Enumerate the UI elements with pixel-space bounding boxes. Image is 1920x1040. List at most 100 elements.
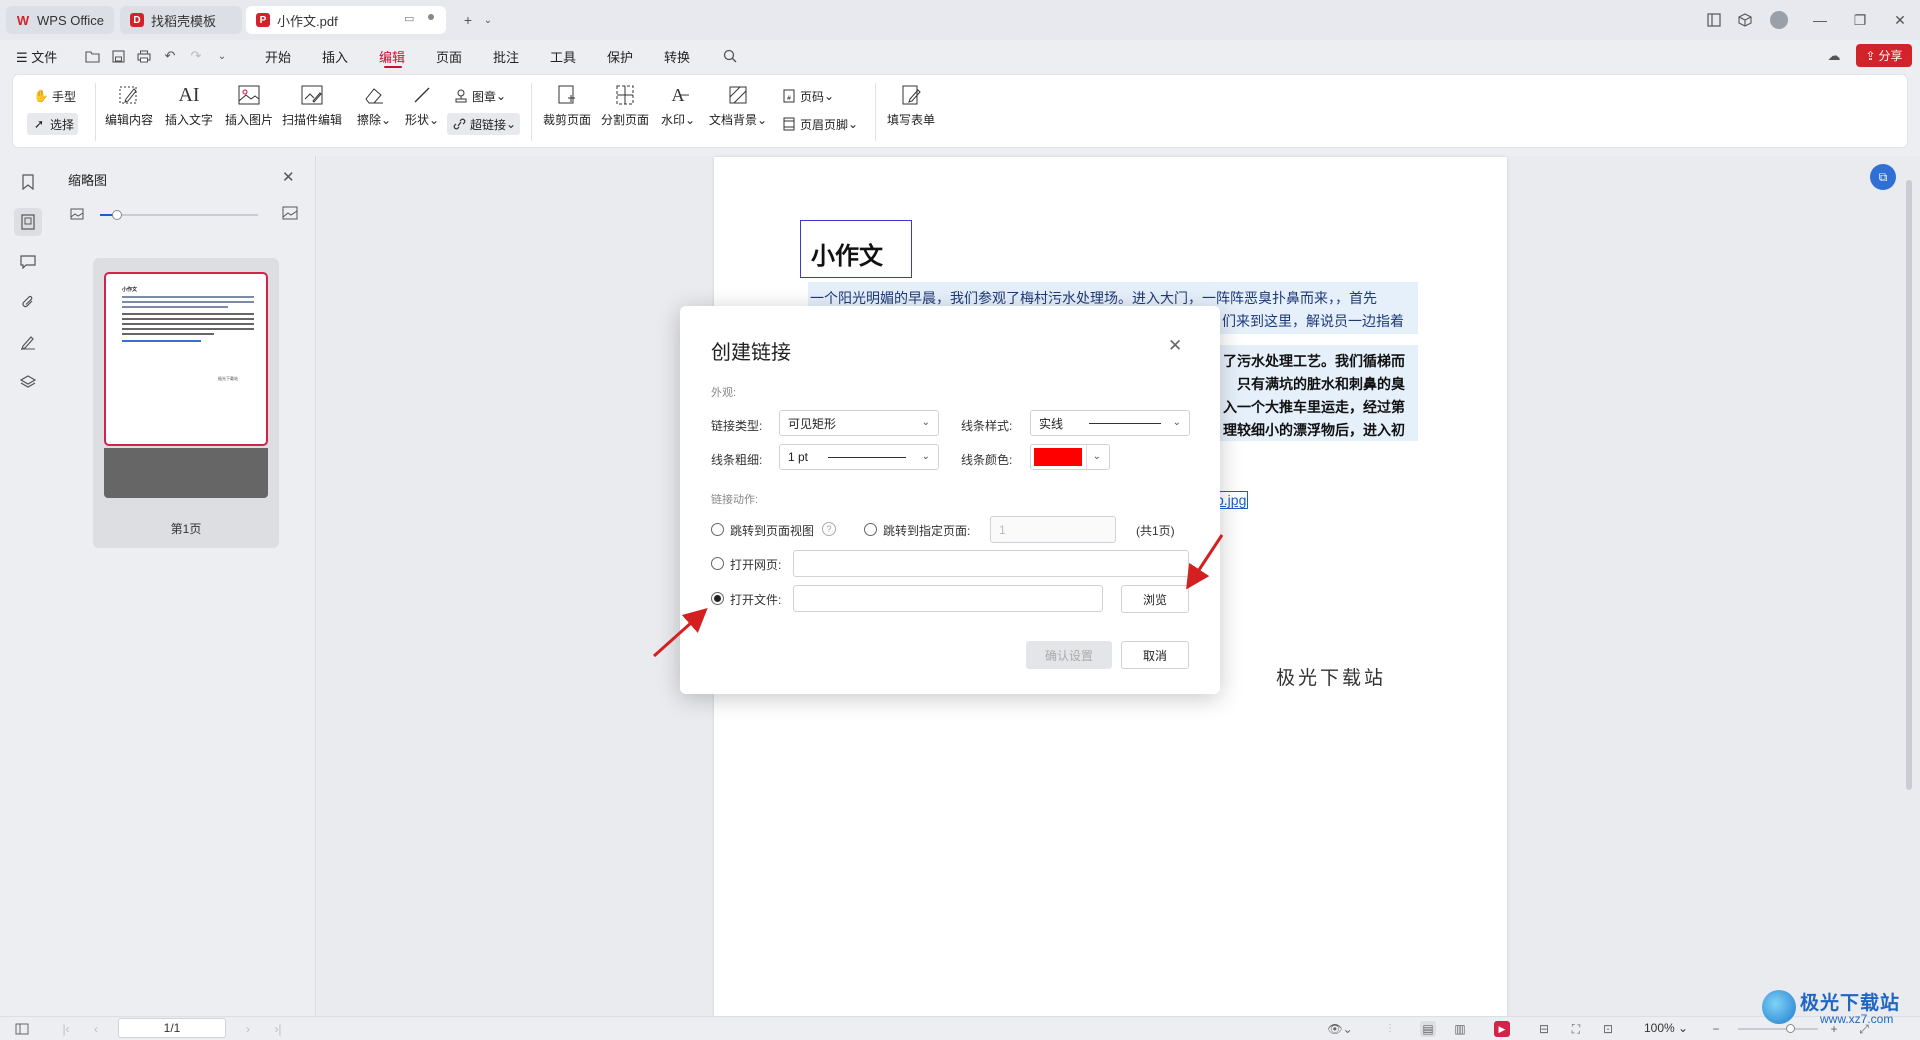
menu-page[interactable]: 页面: [436, 47, 462, 66]
scan-edit-button[interactable]: 扫描件编辑: [279, 83, 345, 128]
page-thumbnail-card[interactable]: 小作文 极光下载站 第1页: [93, 258, 279, 548]
zoom-level[interactable]: 100% ⌄: [1644, 1021, 1688, 1035]
link-type-select[interactable]: 可见矩形 ⌄: [779, 410, 939, 436]
minimize-icon[interactable]: —: [1810, 10, 1830, 30]
menu-annotate[interactable]: 批注: [493, 47, 519, 66]
open-file-radio[interactable]: [711, 592, 724, 605]
new-tab-icon[interactable]: +: [458, 10, 478, 30]
close-icon[interactable]: ✕: [282, 168, 295, 186]
open-folder-icon[interactable]: [84, 48, 100, 64]
first-page-icon[interactable]: |‹: [58, 1021, 74, 1037]
fill-form-button[interactable]: 填写表单: [881, 83, 941, 128]
fit-page-icon[interactable]: ⛶: [1568, 1021, 1584, 1037]
redo-icon[interactable]: ↷: [188, 48, 204, 64]
tab-docer[interactable]: D 找稻壳模板: [120, 6, 242, 34]
hand-tool-button[interactable]: ✋ 手型: [29, 85, 80, 107]
last-page-icon[interactable]: ›|: [270, 1021, 286, 1037]
watermark-button[interactable]: A̶ 水印⌄: [655, 83, 701, 128]
browse-button[interactable]: 浏览: [1121, 585, 1189, 613]
eraser-icon: [362, 83, 386, 107]
next-page-icon[interactable]: ›: [240, 1021, 256, 1037]
page-indicator[interactable]: 1/1: [118, 1018, 226, 1038]
menu-insert[interactable]: 插入: [322, 47, 348, 66]
erase-button[interactable]: 擦除⌄: [351, 83, 397, 128]
tab-label: 小作文.pdf: [277, 13, 338, 29]
menu-edit[interactable]: 编辑: [379, 47, 405, 66]
tab-pdf-document[interactable]: P 小作文.pdf ▭: [246, 6, 446, 34]
split-view-icon[interactable]: ⫶: [1382, 1021, 1398, 1037]
undo-icon[interactable]: ↶: [162, 48, 178, 64]
header-footer-label: 页眉页脚: [800, 117, 849, 132]
actual-size-icon[interactable]: ⊡: [1600, 1021, 1616, 1037]
help-icon[interactable]: ?: [822, 522, 836, 536]
thumbnail-panel-icon[interactable]: [14, 208, 42, 236]
close-window-icon[interactable]: ✕: [1890, 10, 1910, 30]
menu-protect[interactable]: 保护: [607, 47, 633, 66]
shape-label: 形状⌄: [404, 113, 440, 127]
floating-tool-icon[interactable]: ⧉: [1870, 164, 1896, 190]
avatar[interactable]: [1769, 10, 1789, 30]
doc-background-button[interactable]: 文档背景⌄: [705, 83, 771, 128]
insert-text-button[interactable]: AI 插入文字: [161, 83, 217, 128]
close-icon[interactable]: ✕: [1168, 336, 1182, 356]
play-icon[interactable]: ▶: [1494, 1021, 1510, 1037]
large-image-icon[interactable]: [282, 206, 298, 223]
stamp-button[interactable]: 图章 ⌄: [449, 85, 510, 107]
insert-image-button[interactable]: 插入图片: [221, 83, 277, 128]
sidebar-toggle-icon[interactable]: [14, 1021, 30, 1037]
signature-icon[interactable]: [14, 328, 42, 356]
tab-list-chevron-icon[interactable]: ⌄: [478, 10, 498, 30]
edit-content-button[interactable]: 编辑内容: [101, 83, 157, 128]
hyperlink-button[interactable]: 超链接 ⌄: [447, 113, 521, 135]
line-style-select[interactable]: 实线 ⌄: [1030, 410, 1190, 436]
comment-icon[interactable]: [14, 248, 42, 276]
web-url-input[interactable]: [793, 550, 1189, 577]
prev-page-icon[interactable]: ‹: [88, 1021, 104, 1037]
shape-button[interactable]: 形状⌄: [399, 83, 445, 128]
select-tool-button[interactable]: ➚ 选择: [27, 113, 79, 135]
eye-view-icon[interactable]: 👁⌄: [1326, 1021, 1354, 1037]
unsaved-dot-icon: [428, 14, 434, 20]
single-page-icon[interactable]: ▤: [1420, 1021, 1436, 1037]
quick-access-chevron-icon[interactable]: ⌄: [214, 48, 230, 64]
thumbnail-zoom-slider[interactable]: [100, 210, 258, 220]
page-number-button[interactable]: # 页码 ⌄: [777, 85, 838, 107]
cloud-icon[interactable]: ☁: [1826, 48, 1842, 64]
cube-icon[interactable]: [1735, 10, 1755, 30]
search-icon[interactable]: [722, 48, 738, 64]
line-width-select[interactable]: 1 pt ⌄: [779, 444, 939, 470]
layout-icon[interactable]: [1704, 10, 1724, 30]
split-page-button[interactable]: 分割页面: [597, 83, 653, 128]
tab-wps-office[interactable]: W WPS Office: [6, 6, 114, 34]
print-icon[interactable]: [136, 48, 152, 64]
restore-icon[interactable]: ❐: [1850, 10, 1870, 30]
page-number-input[interactable]: 1: [990, 516, 1116, 543]
bookmark-icon[interactable]: [14, 168, 42, 196]
small-image-icon[interactable]: [70, 208, 84, 223]
line-color-picker[interactable]: ⌄: [1030, 444, 1110, 470]
menu-tools[interactable]: 工具: [550, 47, 576, 66]
cancel-button[interactable]: 取消: [1121, 641, 1189, 669]
slider-handle[interactable]: [112, 210, 122, 220]
goto-view-radio[interactable]: [711, 523, 724, 536]
layers-icon[interactable]: [14, 368, 42, 396]
fit-width-icon[interactable]: ⊟: [1536, 1021, 1552, 1037]
double-page-icon[interactable]: ▥: [1452, 1021, 1468, 1037]
save-icon[interactable]: [110, 48, 126, 64]
open-web-radio[interactable]: [711, 557, 724, 570]
attachment-icon[interactable]: [14, 288, 42, 316]
monitor-icon[interactable]: ▭: [404, 12, 414, 25]
share-button[interactable]: ⇪ 分享: [1856, 44, 1912, 67]
doc-title-box[interactable]: 小作文: [800, 220, 912, 278]
header-footer-button[interactable]: 页眉页脚 ⌄: [777, 113, 862, 135]
scrollbar[interactable]: [1906, 180, 1912, 790]
file-menu[interactable]: ☰ 文件: [16, 47, 57, 66]
page-thumbnail[interactable]: 小作文 极光下载站: [104, 272, 268, 446]
confirm-button[interactable]: 确认设置: [1026, 641, 1112, 669]
menu-start[interactable]: 开始: [265, 47, 291, 66]
crop-page-button[interactable]: 裁剪页面: [539, 83, 595, 128]
menu-convert[interactable]: 转换: [664, 47, 690, 66]
goto-page-radio[interactable]: [864, 523, 877, 536]
file-path-input[interactable]: [793, 585, 1103, 612]
zoom-out-icon[interactable]: −: [1708, 1021, 1724, 1037]
